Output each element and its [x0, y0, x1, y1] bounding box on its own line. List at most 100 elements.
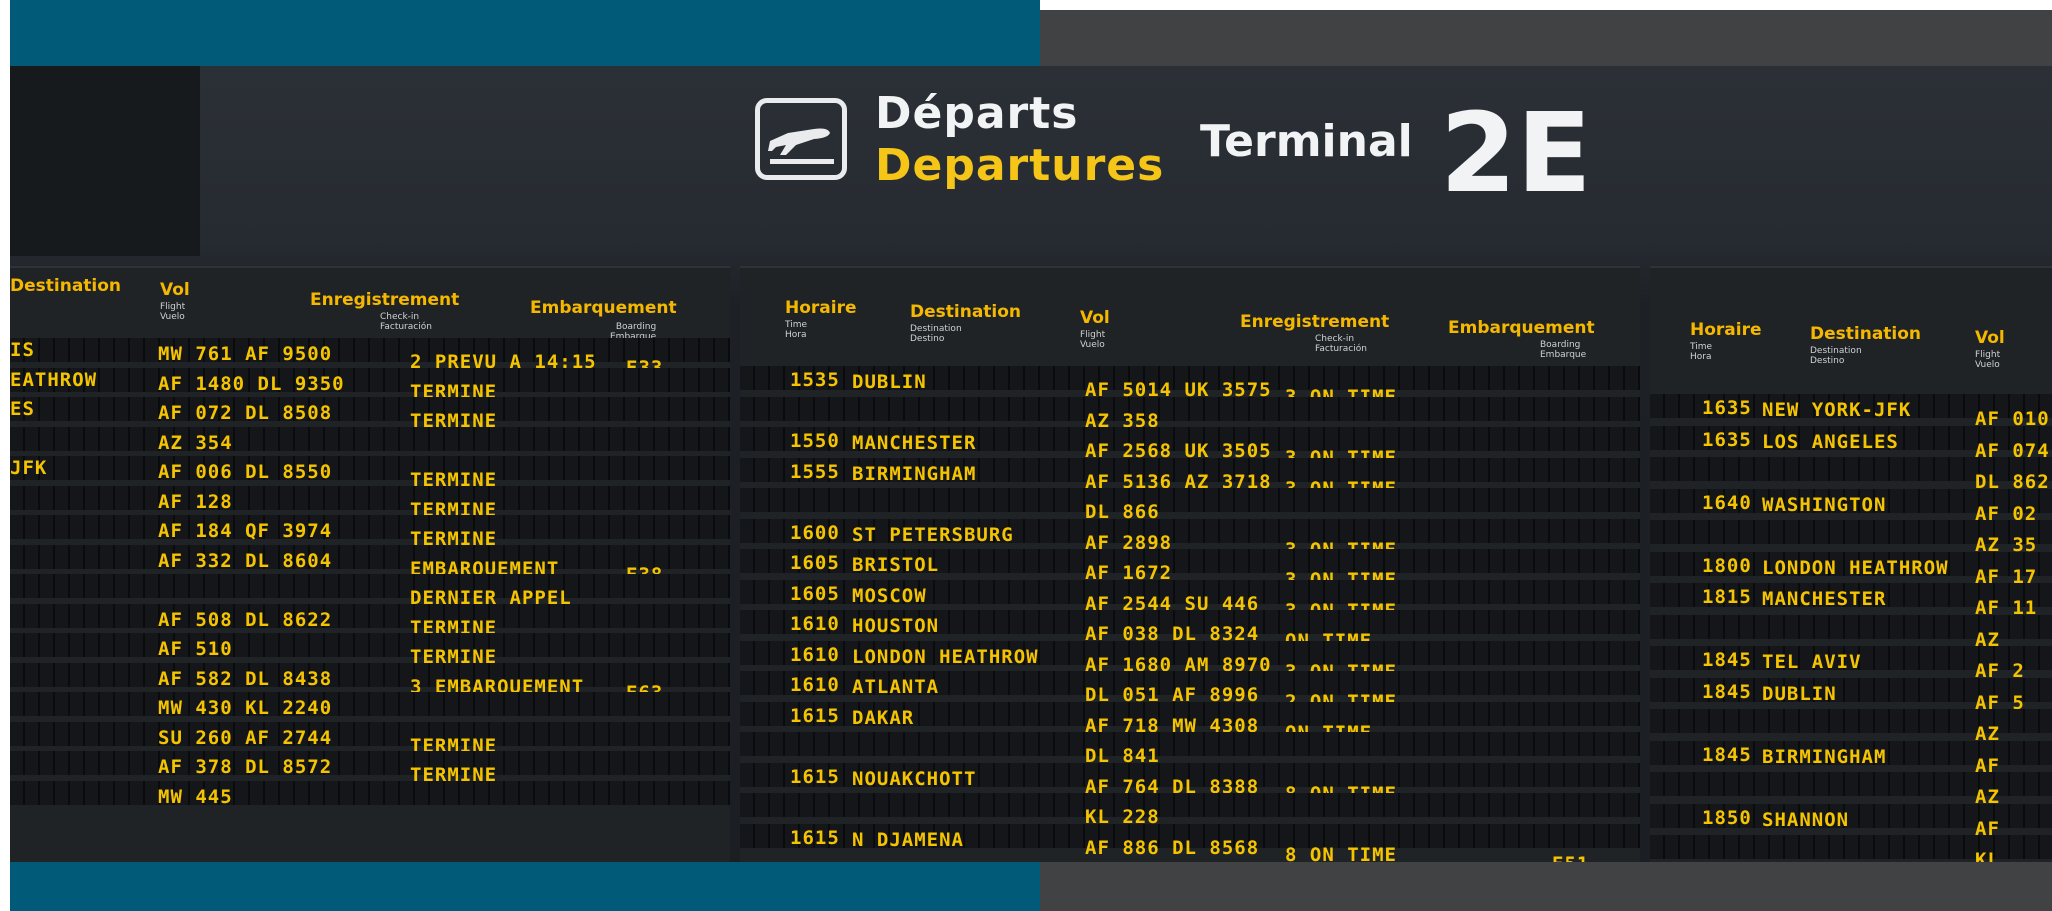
- board-row: MW 430 KL 2240: [10, 692, 730, 720]
- row-dest: ATLANTA: [852, 676, 940, 698]
- board-row: AF 332 DL 8604EMBARQUEMENTE38: [10, 544, 730, 586]
- row-dest: JFK: [10, 457, 48, 479]
- col-flight-sub: Flight Vuelo: [160, 302, 186, 322]
- departures-board-left: Destination Vol Flight Vuelo Enregistrem…: [10, 266, 730, 862]
- row-dest: NOUAKCHOTT: [852, 767, 977, 790]
- row-time: 1615: [790, 826, 840, 849]
- col-destination-heading-mid: Destination: [910, 302, 1022, 322]
- row-dest: DUBLIN: [1762, 682, 1837, 705]
- row-flight: AF 128: [158, 490, 233, 513]
- board-row: 1845 TEL AVIV AF 2: [1650, 646, 2052, 682]
- flap-strip: [10, 544, 730, 569]
- board-row: AF 508 DL 8622 TERMINE: [10, 603, 730, 639]
- board-row: 1550MANCHESTERAF 2568 UK 35053 ON TIMEE2…: [740, 427, 1640, 478]
- col-checkin-sub-mid: Check-in Facturación: [1315, 334, 1367, 354]
- row-dest: LONDON HEATHROW: [1762, 556, 1949, 579]
- board-row: DL 862: [1650, 457, 2052, 493]
- row-dest: ST PETERSBURG: [852, 523, 1014, 546]
- board-row: KL 228: [740, 793, 1640, 828]
- row-time: 1635: [1702, 428, 1752, 451]
- col-time-heading-right: Horaire: [1690, 320, 1762, 340]
- board-row: 1605BRISTOLAF 16723 ON TIMEE21: [740, 549, 1640, 600]
- board-row: 1815 MANCHESTER AF 11: [1650, 583, 2052, 619]
- row-dest: BRISTOL: [852, 554, 940, 576]
- row-checkin: 8 ON TIME: [1285, 843, 1397, 863]
- row-flight: AF 1480 DL 9350: [158, 372, 345, 395]
- row-dest: ES: [10, 398, 35, 420]
- row-dest: EATHROW: [10, 368, 98, 391]
- board-row: JFK AF 006 DL 8550 TERMINE: [10, 456, 730, 491]
- board-row: DL 841: [740, 732, 1640, 767]
- row-flight: MW 430 KL 2240: [158, 697, 333, 719]
- row-time: 1850: [1702, 806, 1752, 829]
- board-row: 1635 NEW YORK-JFK AF 010: [1650, 394, 2052, 430]
- col-time-sub: Time Hora: [785, 320, 808, 340]
- col-checkin-sub: Check-in Facturación: [380, 312, 432, 332]
- board-row: 1605MOSCOWAF 2544 SU 4463 ON TIMEE29: [740, 579, 1640, 631]
- row-dest: BIRMINGHAM: [1762, 745, 1887, 768]
- board-row: AF 510 TERMINE: [10, 633, 730, 668]
- flap-strip: [740, 396, 1640, 421]
- col-flight-sub-right: Flight Vuelo: [1975, 350, 2001, 370]
- flap-strip: [10, 721, 730, 746]
- board-row: AZ 358: [740, 396, 1640, 432]
- board-row: AZ: [1650, 772, 2052, 808]
- flap-strip: [10, 515, 730, 539]
- col-checkin-heading-mid: Enregistrement: [1240, 312, 1390, 332]
- departure-plane-icon: [755, 98, 847, 180]
- row-time: 1635: [1702, 397, 1752, 419]
- board-row: AF 582 DL 84383 EMBARQUEMENTE63: [10, 662, 730, 704]
- row-flight: AF 006 DL 8550: [158, 461, 333, 483]
- departures-board-middle: Horaire Time Hora Destination Destinatio…: [740, 266, 1640, 862]
- col-flight-sub-mid: Flight Vuelo: [1080, 330, 1106, 350]
- departures-board-right: Horaire Time Hora Destination Destinatio…: [1650, 266, 2052, 862]
- row-flight: AF 072 DL 8508: [158, 402, 333, 424]
- row-dest: BIRMINGHAM: [852, 462, 977, 485]
- col-time-sub-right: Time Hora: [1690, 342, 1713, 362]
- flap-strip: [740, 488, 1640, 512]
- board-row: AZ: [1650, 709, 2052, 745]
- row-time: 1610: [790, 643, 840, 666]
- row-time: 1610: [790, 674, 840, 696]
- flap-strip: [10, 780, 730, 805]
- board-row: AZ 354: [10, 426, 730, 455]
- row-flight: AF 582 DL 8438: [158, 667, 333, 690]
- row-time: 1550: [790, 430, 840, 452]
- row-dest: MOSCOW: [852, 584, 927, 607]
- row-dest: WASHINGTON: [1762, 493, 1887, 516]
- board-row: 1555BIRMINGHAMAF 5136 AZ 37183 ON TIMEE2…: [740, 457, 1640, 509]
- row-time: 1845: [1702, 743, 1752, 766]
- row-dest: N DJAMENA: [852, 828, 964, 851]
- board-row: 1535DUBLINAF 5014 UK 35753 ON TIMEE23: [740, 366, 1640, 417]
- flap-strip: [10, 603, 730, 628]
- flap-strip: [10, 338, 730, 362]
- row-dest: LOS ANGELES: [1762, 430, 1899, 453]
- row-dest: LONDON HEATHROW: [852, 645, 1039, 668]
- flap-strip: [10, 751, 730, 775]
- row-time: 1535: [790, 369, 840, 391]
- col-boarding-sub-mid: Boarding Embarque: [1540, 340, 1587, 360]
- top-right-color-band: [1040, 10, 2052, 66]
- row-time: 1615: [790, 765, 840, 788]
- row-dest: NEW YORK-JFK: [1762, 399, 1912, 421]
- board-row: 1635 LOS ANGELES AF 074: [1650, 425, 2052, 462]
- board-row: AF 184 QF 3974 TERMINE: [10, 515, 730, 550]
- board-row: 1800 LONDON HEATHROW AF 17: [1650, 551, 2052, 588]
- board-row: 1850 SHANNON AF: [1650, 803, 2052, 840]
- board-row: 1615DAKARAF 718 MW 4308ON TIMEE38: [740, 701, 1640, 753]
- row-flight: MW 445: [158, 785, 233, 808]
- terminal-label: Terminal: [1200, 116, 1413, 167]
- board-row: AF 378 DL 8572 TERMINE: [10, 751, 730, 786]
- row-time: 1605: [790, 582, 840, 605]
- col-destination-heading-right: Destination: [1810, 324, 1922, 344]
- row-flight: AF 184 QF 3974: [158, 520, 333, 542]
- bottom-left-color-band: [10, 862, 1040, 911]
- board-row: 1610HOUSTONAF 038 DL 8324ON TIMEE70: [740, 610, 1640, 661]
- board-row: AF 128 TERMINE: [10, 485, 730, 521]
- departures-board-photo: Départs Departures Terminal 2E Destinati…: [10, 66, 2052, 862]
- flap-strip: [740, 732, 1640, 756]
- col-flight-heading: Vol: [160, 280, 190, 300]
- row-time: 1605: [790, 552, 840, 574]
- row-dest: DUBLIN: [852, 371, 927, 393]
- row-time: 1800: [1702, 554, 1752, 577]
